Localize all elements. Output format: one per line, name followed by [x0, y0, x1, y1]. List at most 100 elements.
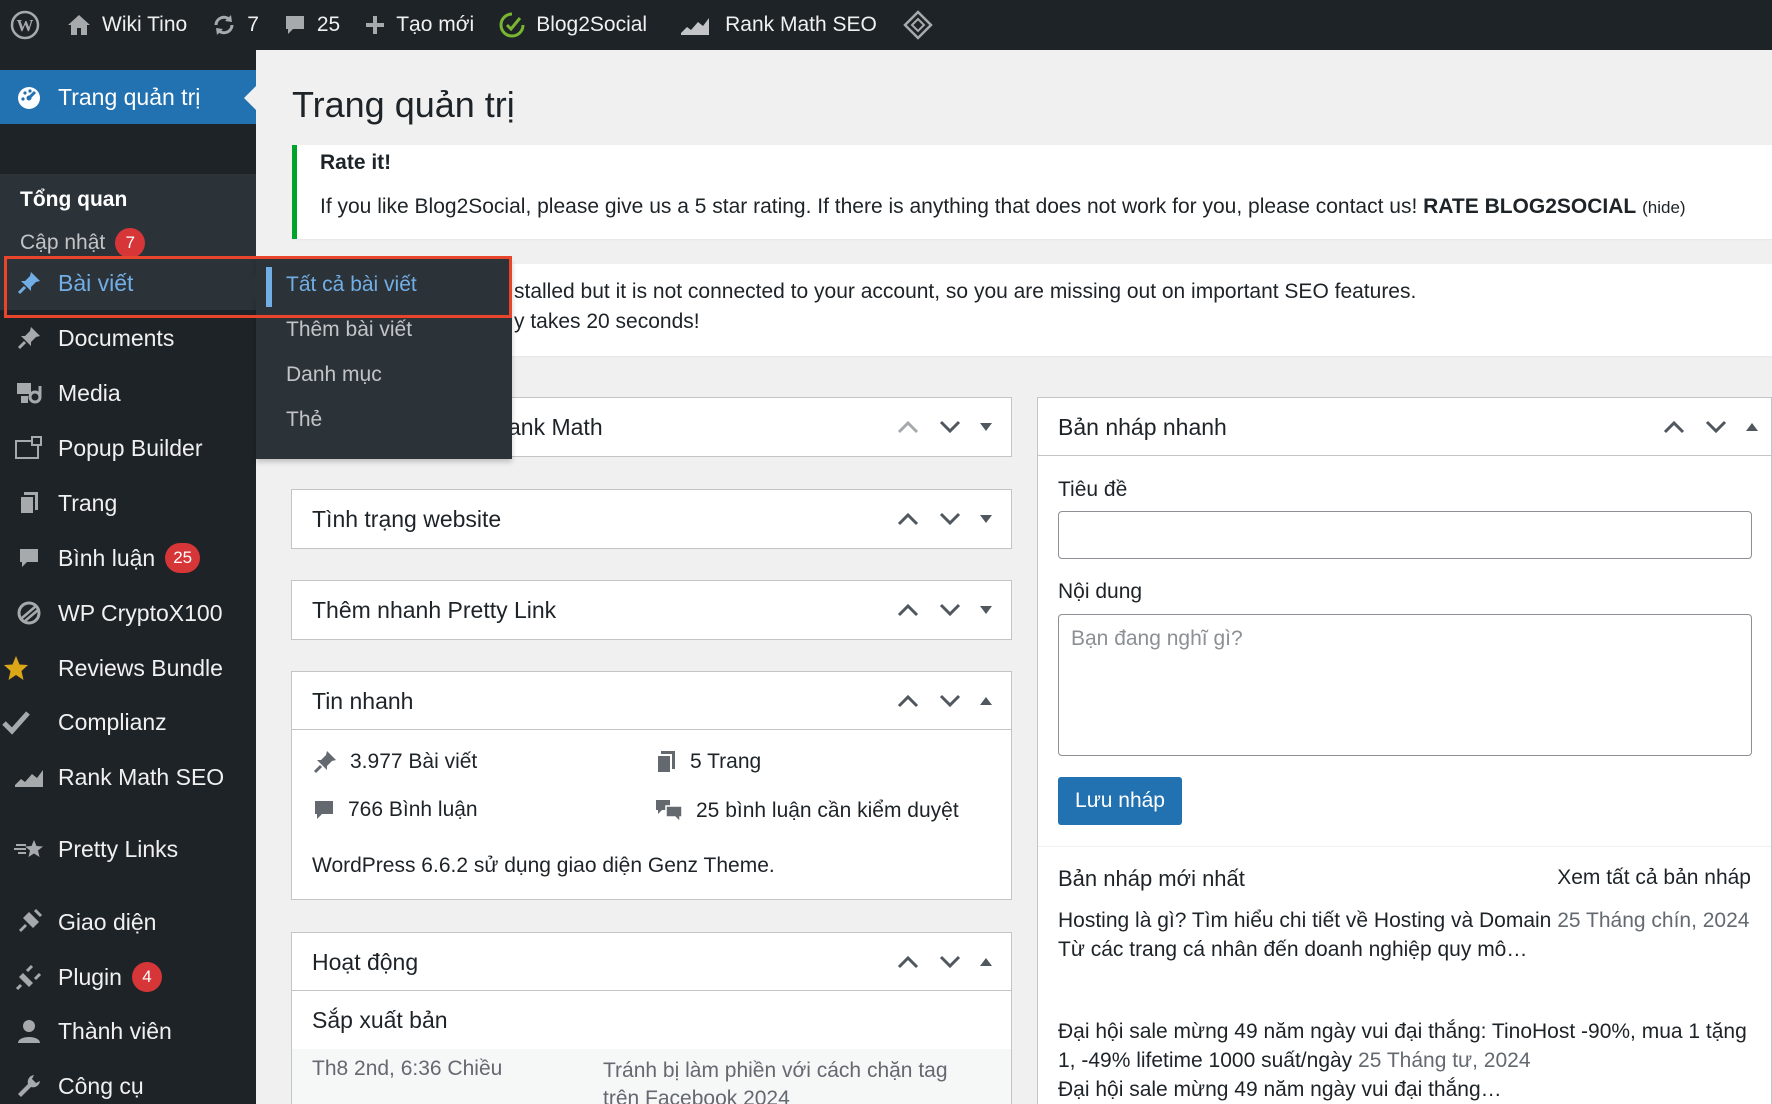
menu-reviews-bundle[interactable]: Reviews Bundle — [0, 641, 256, 695]
comments-link[interactable]: 25 — [271, 0, 352, 50]
menu-complianz[interactable]: Complianz — [0, 695, 256, 749]
submenu-updates[interactable]: Cập nhật 7 — [20, 228, 146, 258]
blog2social-label: Blog2Social — [536, 13, 648, 36]
move-up-icon[interactable] — [887, 595, 929, 625]
draft-item: Đại hội sale mừng 49 năm ngày vui đại th… — [1058, 1017, 1752, 1104]
widget-controls — [1653, 412, 1767, 442]
move-down-icon[interactable] — [929, 686, 971, 716]
menu-dashboard[interactable]: Trang quản trị — [0, 70, 256, 124]
scheduled-post-link[interactable]: Tránh bị làm phiền với cách chặn tag trê… — [603, 1057, 948, 1104]
menu-comments[interactable]: Bình luận 25 — [0, 531, 256, 585]
home-icon — [68, 15, 90, 35]
widget-controls — [887, 947, 1001, 977]
draft-item: Hosting là gì? Tìm hiểu chi tiết về Host… — [1058, 906, 1752, 964]
menu-complianz-label: Complianz — [58, 708, 167, 735]
menu-plugins-label: Plugin — [58, 963, 122, 990]
flyout-categories[interactable]: Danh mục — [286, 363, 382, 387]
toggle-collapse-icon[interactable] — [971, 504, 1001, 534]
menu-tools[interactable]: Công cụ — [0, 1059, 256, 1104]
move-down-icon[interactable] — [1695, 412, 1737, 442]
diamond-icon — [903, 10, 933, 40]
menu-pages[interactable]: Trang — [0, 476, 256, 530]
glance-comments-link[interactable]: 766 Bình luận — [312, 798, 478, 822]
comments-badge: 25 — [165, 543, 201, 573]
submenu-overview[interactable]: Tổng quan — [20, 188, 127, 212]
new-label: Tạo mới — [396, 13, 475, 36]
draft-title-link[interactable]: Hosting là gì? Tìm hiểu chi tiết về Host… — [1058, 909, 1551, 932]
move-down-icon[interactable] — [929, 595, 971, 625]
menu-media[interactable]: Media — [0, 366, 256, 420]
blog2social-link[interactable]: Blog2Social — [486, 0, 659, 50]
move-up-icon[interactable] — [887, 504, 929, 534]
scheduled-date: Th8 2nd, 6:36 Chiều — [312, 1057, 503, 1080]
menu-plugins[interactable]: Plugin 4 — [0, 950, 256, 1004]
menu-comments-label: Bình luận — [58, 544, 156, 571]
move-down-icon[interactable] — [929, 412, 971, 442]
toggle-collapse-icon[interactable] — [1737, 412, 1767, 442]
flyout-tags[interactable]: Thẻ — [286, 408, 322, 432]
diamond-plugin-button[interactable] — [889, 0, 945, 50]
menu-appearance[interactable]: Giao diện — [0, 895, 256, 949]
site-name: Wiki Tino — [102, 13, 188, 36]
menu-tools-label: Công cụ — [58, 1072, 144, 1099]
activity-header: Hoạt động — [292, 933, 1011, 991]
glance-moderation-link[interactable]: 25 bình luận cần kiểm duyệt — [654, 798, 959, 824]
draft-content-textarea[interactable]: Bạn đang nghĩ gì? — [1058, 614, 1752, 756]
menu-appearance-label: Giao diện — [58, 908, 157, 935]
svg-text:W: W — [17, 16, 34, 35]
user-icon — [0, 1018, 58, 1044]
menu-pretty-links-label: Pretty Links — [58, 835, 179, 862]
glance-pages-link[interactable]: 5 Trang — [654, 749, 761, 775]
draft-title-label: Tiêu đề — [1058, 478, 1128, 501]
rankmath-notice-line2: y takes 20 seconds! — [514, 310, 700, 333]
move-up-icon[interactable] — [887, 686, 929, 716]
move-up-icon[interactable] — [1653, 412, 1695, 442]
menu-rank-math[interactable]: Rank Math SEO — [0, 750, 256, 804]
menu-popup-builder[interactable]: Popup Builder — [0, 421, 256, 475]
rate-hide-link[interactable]: (hide) — [1642, 198, 1685, 217]
glance-posts-text: 3.977 Bài viết — [350, 750, 478, 773]
move-down-icon[interactable] — [929, 947, 971, 977]
flyout-add-post[interactable]: Thêm bài viết — [286, 318, 412, 342]
site-name-link[interactable]: Wiki Tino — [52, 0, 199, 50]
menu-pretty-links[interactable]: Pretty Links — [0, 822, 256, 876]
new-content-link[interactable]: Tạo mới — [352, 0, 486, 50]
toggle-collapse-icon[interactable] — [971, 595, 1001, 625]
menu-users[interactable]: Thành viên — [0, 1004, 256, 1058]
toggle-collapse-icon[interactable] — [971, 412, 1001, 442]
pages-icon — [0, 490, 58, 516]
toggle-collapse-icon[interactable] — [971, 686, 1001, 716]
draft-title-input[interactable] — [1058, 511, 1752, 559]
plugins-badge: 4 — [131, 962, 162, 992]
save-draft-button[interactable]: Lưu nháp — [1058, 777, 1182, 825]
menu-users-label: Thành viên — [58, 1017, 172, 1044]
move-up-icon[interactable] — [887, 947, 929, 977]
activity-title: Hoạt động — [312, 949, 419, 975]
star-icon — [0, 654, 58, 682]
menu-documents[interactable]: Documents — [0, 311, 256, 365]
submenu-overview-label: Tổng quan — [20, 188, 128, 211]
updates-link[interactable]: 7 — [199, 0, 271, 50]
view-all-drafts-link[interactable]: Xem tất cả bản nháp — [1557, 866, 1751, 890]
move-up-icon[interactable] — [887, 412, 929, 442]
rate-blog2social-link[interactable]: RATE BLOG2SOCIAL — [1423, 195, 1636, 218]
toggle-collapse-icon[interactable] — [971, 947, 1001, 977]
pretty-link-title: Thêm nhanh Pretty Link — [312, 597, 557, 623]
widget-controls — [887, 595, 1001, 625]
updates-count: 7 — [247, 13, 259, 36]
at-a-glance-widget: Tin nhanh 3.977 Bài viết 5 Trang 766 Bìn… — [291, 671, 1012, 900]
rankmath-connect-notice: stalled but it is not connected to your … — [292, 264, 1772, 356]
rate-notice-title: Rate it! — [320, 151, 392, 174]
rankmath-link[interactable]: Rank Math SEO — [659, 0, 889, 50]
menu-pages-label: Trang — [58, 489, 118, 516]
glance-posts-link[interactable]: 3.977 Bài viết — [312, 749, 477, 775]
wordpress-logo-button[interactable]: W — [0, 0, 52, 50]
move-down-icon[interactable] — [929, 504, 971, 534]
blog2social-icon — [499, 12, 525, 38]
scheduled-post-line1: Tránh bị làm phiền với cách chặn tag — [603, 1059, 948, 1082]
quick-draft-header: Bản nháp nhanh — [1038, 398, 1771, 456]
brush-icon — [0, 908, 58, 936]
comments-moderation-icon — [656, 800, 683, 824]
menu-wp-cryptox100[interactable]: WP CryptoX100 — [0, 586, 256, 640]
documents-pin-icon — [0, 325, 58, 351]
